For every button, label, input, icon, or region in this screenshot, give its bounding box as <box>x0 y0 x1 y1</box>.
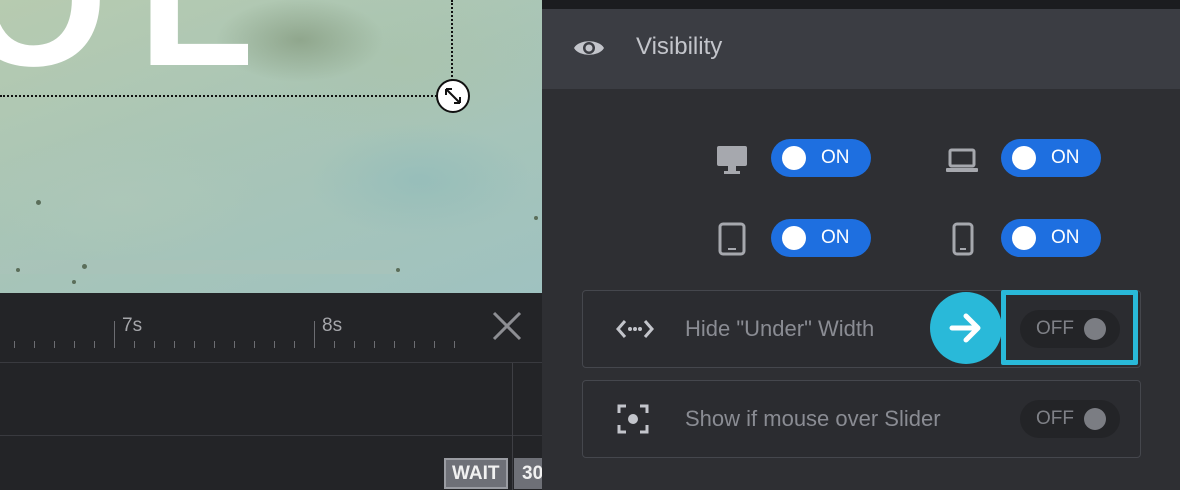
ruler-label-8s: 8s <box>322 315 343 336</box>
ruler-tick <box>274 341 275 348</box>
ruler-label-7s: 7s <box>122 315 143 336</box>
tutorial-pointer <box>930 292 1002 364</box>
panel-title: Visibility <box>636 33 723 60</box>
ruler-tick <box>334 341 335 348</box>
ruler-tick <box>94 341 95 348</box>
ruler-tick <box>74 341 75 348</box>
ruler-tick <box>14 341 15 348</box>
canvas-speck <box>16 268 20 272</box>
diagonal-resize-icon <box>445 88 461 104</box>
playhead-line <box>512 363 513 490</box>
ruler-tick <box>434 341 435 348</box>
mobile-visibility-toggle[interactable]: ON <box>1001 219 1101 257</box>
mobile-icon <box>952 222 974 256</box>
visibility-panel: Visibility ON ON ON ON Hide "Under" Widt… <box>542 0 1180 490</box>
ruler-tick <box>194 341 195 348</box>
tutorial-highlight-frame <box>1001 290 1138 365</box>
horizontal-resize-icon <box>616 320 654 338</box>
eye-icon <box>574 41 604 55</box>
show-on-hover-label: Show if mouse over Slider <box>685 406 941 431</box>
tablet-visibility-toggle[interactable]: ON <box>771 219 871 257</box>
toggle-state-label: ON <box>1051 147 1080 168</box>
ruler-tick <box>454 341 455 348</box>
canvas-speck <box>82 264 87 269</box>
track-divider <box>0 435 542 436</box>
ruler-tick <box>134 341 135 348</box>
ruler-tick <box>294 341 295 348</box>
tablet-icon <box>718 222 746 256</box>
ruler-tick <box>314 321 315 348</box>
panel-header[interactable]: Visibility <box>542 9 1180 89</box>
toggle-knob <box>782 226 806 250</box>
panel-top-bar <box>542 0 1180 9</box>
canvas-speck <box>534 216 538 220</box>
desktop-icon <box>717 146 747 174</box>
canvas-speck <box>36 200 41 205</box>
timeline-ruler[interactable]: 7s 8s <box>0 293 542 363</box>
show-on-hover-option: Show if mouse over Slider OFF <box>582 380 1141 458</box>
selection-border-bottom <box>0 95 452 97</box>
wait-badge[interactable]: WAIT <box>444 458 508 489</box>
ruler-tick <box>174 341 175 348</box>
toggle-knob <box>1012 146 1036 170</box>
toggle-state-label: ON <box>1051 227 1080 248</box>
ruler-tick <box>114 321 115 348</box>
toggle-state-label: ON <box>821 227 850 248</box>
canvas-speck <box>396 268 400 272</box>
toggle-knob <box>782 146 806 170</box>
show-on-hover-toggle[interactable]: OFF <box>1020 400 1120 438</box>
ruler-tick <box>214 341 215 348</box>
canvas-speck <box>72 280 76 284</box>
focus-target-icon <box>617 404 649 434</box>
ruler-tick <box>354 341 355 348</box>
ruler-tick <box>254 341 255 348</box>
ruler-tick <box>154 341 155 348</box>
ruler-tick <box>374 341 375 348</box>
hide-under-width-label: Hide "Under" Width <box>685 316 875 341</box>
arrow-right-icon <box>949 313 981 343</box>
laptop-visibility-toggle[interactable]: ON <box>1001 139 1101 177</box>
ruler-tick <box>34 341 35 348</box>
laptop-icon <box>946 148 978 172</box>
ruler-tick <box>234 341 235 348</box>
ruler-tick <box>414 341 415 348</box>
resize-handle[interactable] <box>436 79 470 113</box>
toggle-knob <box>1012 226 1036 250</box>
toggle-state-label: OFF <box>1036 408 1074 429</box>
canvas-background-stripe <box>0 260 400 274</box>
ruler-tick <box>394 341 395 348</box>
close-icon[interactable] <box>490 309 524 343</box>
layer-text[interactable]: OL <box>0 0 284 95</box>
slide-canvas[interactable]: OL <box>0 0 542 293</box>
toggle-state-label: ON <box>821 147 850 168</box>
toggle-knob <box>1084 408 1106 430</box>
desktop-visibility-toggle[interactable]: ON <box>771 139 871 177</box>
ruler-tick <box>54 341 55 348</box>
